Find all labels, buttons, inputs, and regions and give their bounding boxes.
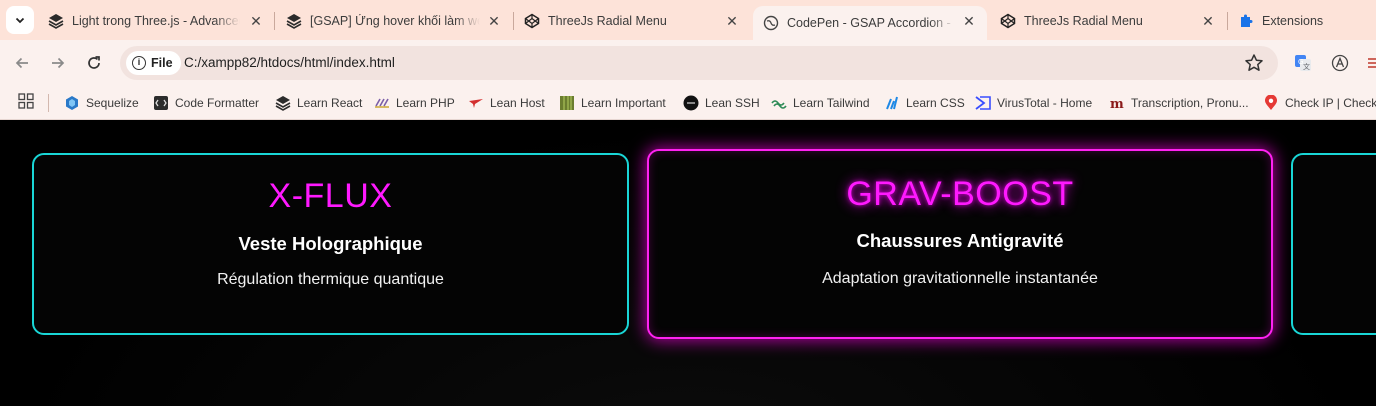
reading-extension-button[interactable]	[1329, 52, 1351, 74]
translate-icon: G文	[1295, 55, 1311, 71]
url-text[interactable]: C:/xampp82/htdocs/html/index.html	[184, 55, 395, 70]
ssh-icon	[683, 95, 699, 111]
card-description: Régulation thermique quantique	[217, 271, 444, 288]
back-button[interactable]	[9, 50, 35, 76]
bookmark-learn-tailwind[interactable]: Learn Tailwind	[771, 92, 870, 114]
layers-icon	[275, 95, 291, 111]
arrow-left-icon	[15, 57, 28, 69]
tab-title: Extensions	[1262, 14, 1324, 28]
sequelize-icon	[64, 95, 80, 111]
bookmark-check-ip[interactable]: Check IP | Check	[1263, 92, 1376, 114]
tab-threejs-radial-menu[interactable]: ThreeJs Radial Menu ✕	[514, 6, 750, 36]
chevron-down-icon	[15, 17, 25, 24]
close-icon[interactable]: ✕	[724, 13, 740, 29]
tab-threejs-radial-menu-2[interactable]: ThreeJs Radial Menu ✕	[990, 6, 1226, 36]
product-card-xflux[interactable]: X-FLUX Veste Holographique Régulation th…	[32, 153, 629, 335]
bookmark-code-formatter[interactable]: Code Formatter	[153, 92, 259, 114]
codepen-icon	[524, 13, 540, 29]
tab-title: [GSAP] Ứng hover khối làm web	[310, 14, 480, 28]
bookmark-lean-ssh[interactable]: Lean SSH	[683, 92, 760, 114]
layers-icon	[286, 13, 302, 29]
tab-title: ThreeJs Radial Menu	[548, 14, 667, 28]
menu-button[interactable]	[1364, 52, 1376, 74]
bookmark-label: Learn Important	[581, 96, 666, 110]
svg-text:文: 文	[1303, 62, 1310, 71]
bookmark-label: Code Formatter	[175, 96, 260, 110]
card-product-name: Veste Holographique	[238, 233, 423, 254]
tab-title: Light trong Three.js - Advanced	[72, 14, 240, 28]
star-icon[interactable]	[1244, 53, 1264, 73]
bookmarks-divider	[48, 94, 49, 112]
php-icon	[374, 95, 390, 111]
puzzle-icon	[1238, 13, 1254, 29]
tab-gsap-hover[interactable]: [GSAP] Ứng hover khối làm web ✕	[276, 6, 512, 36]
tab-codepen-gsap-accordion[interactable]: CodePen - GSAP Accordion - Ki ✕	[753, 6, 987, 40]
more-icon	[1368, 58, 1376, 68]
tab-strip: Light trong Three.js - Advanced ✕ [GSAP]…	[0, 0, 1376, 40]
translate-extension-button[interactable]: G文	[1292, 52, 1314, 74]
page-viewport: X-FLUX Veste Holographique Régulation th…	[0, 121, 1376, 406]
address-bar[interactable]: i File C:/xampp82/htdocs/html/index.html	[120, 46, 1278, 80]
bookmark-learn-php[interactable]: Learn PHP	[374, 92, 455, 114]
bookmark-label: Lean Host	[490, 96, 545, 110]
bookmark-label: Lean SSH	[705, 96, 760, 110]
tab-extensions[interactable]: Extensions	[1228, 6, 1376, 36]
plane-icon	[468, 95, 484, 111]
close-icon[interactable]: ✕	[486, 13, 502, 29]
close-icon[interactable]: ✕	[1200, 13, 1216, 29]
globe-icon	[763, 15, 779, 31]
bamboo-icon	[559, 95, 575, 111]
card-description: Adaptation gravitationnelle instantanée	[822, 270, 1098, 287]
product-card-grav-boost[interactable]: GRAV-BOOST Chaussures Antigravité Adapta…	[647, 149, 1273, 339]
tab-title: CodePen - GSAP Accordion - Ki	[787, 16, 955, 30]
bookmark-label: Learn PHP	[396, 96, 455, 110]
bookmark-label: Check IP | Check	[1285, 96, 1376, 110]
card-brand: X-FLUX	[268, 177, 393, 215]
bookmark-label: Learn CSS	[906, 96, 965, 110]
tab-light-threejs[interactable]: Light trong Three.js - Advanced ✕	[40, 6, 274, 36]
tab-search-button[interactable]	[6, 6, 34, 34]
forward-button[interactable]	[45, 50, 71, 76]
bookmark-lean-host[interactable]: Lean Host	[468, 92, 545, 114]
bookmark-learn-css[interactable]: Learn CSS	[884, 92, 965, 114]
bookmark-label: Learn Tailwind	[793, 96, 870, 110]
virustotal-icon	[975, 95, 991, 111]
bookmark-sequelize[interactable]: Sequelize	[64, 92, 139, 114]
bookmark-label: Learn React	[297, 96, 363, 110]
bookmark-transcription[interactable]: m Transcription, Pronu...	[1109, 92, 1249, 114]
bookmark-label: Transcription, Pronu...	[1131, 96, 1249, 110]
arrow-right-icon	[52, 57, 65, 69]
browser-toolbar: i File C:/xampp82/htdocs/html/index.html…	[0, 40, 1376, 86]
bookmarks-bar: Sequelize Code Formatter Learn React Lea…	[0, 86, 1376, 120]
reload-button[interactable]	[81, 50, 107, 76]
product-card-next[interactable]	[1291, 153, 1376, 335]
bookmark-learn-important[interactable]: Learn Important	[559, 92, 666, 114]
info-icon: i	[132, 56, 146, 70]
font-a-icon	[1331, 54, 1349, 72]
close-icon[interactable]: ✕	[961, 13, 977, 29]
css-icon	[884, 95, 900, 111]
bookmark-virustotal[interactable]: VirusTotal - Home	[975, 92, 1092, 114]
card-brand: GRAV-BOOST	[846, 175, 1074, 213]
apps-grid-icon[interactable]	[18, 93, 34, 109]
svg-text:m: m	[1110, 97, 1124, 111]
site-info-chip[interactable]: i File	[126, 51, 181, 75]
tab-title: ThreeJs Radial Menu	[1024, 14, 1143, 28]
close-icon[interactable]: ✕	[248, 13, 264, 29]
location-pin-icon	[1263, 95, 1279, 111]
bookmark-learn-react[interactable]: Learn React	[275, 92, 362, 114]
codepen-icon	[1000, 13, 1016, 29]
bookmark-label: Sequelize	[86, 96, 139, 110]
card-product-name: Chaussures Antigravité	[856, 230, 1064, 251]
bookmark-label: VirusTotal - Home	[997, 96, 1093, 110]
code-formatter-icon	[153, 95, 169, 111]
m-icon: m	[1109, 95, 1125, 111]
layers-icon	[48, 13, 64, 29]
tailwind-icon	[771, 95, 787, 111]
site-chip-label: File	[151, 56, 173, 70]
reload-icon	[88, 56, 100, 69]
tab-divider	[274, 12, 275, 30]
